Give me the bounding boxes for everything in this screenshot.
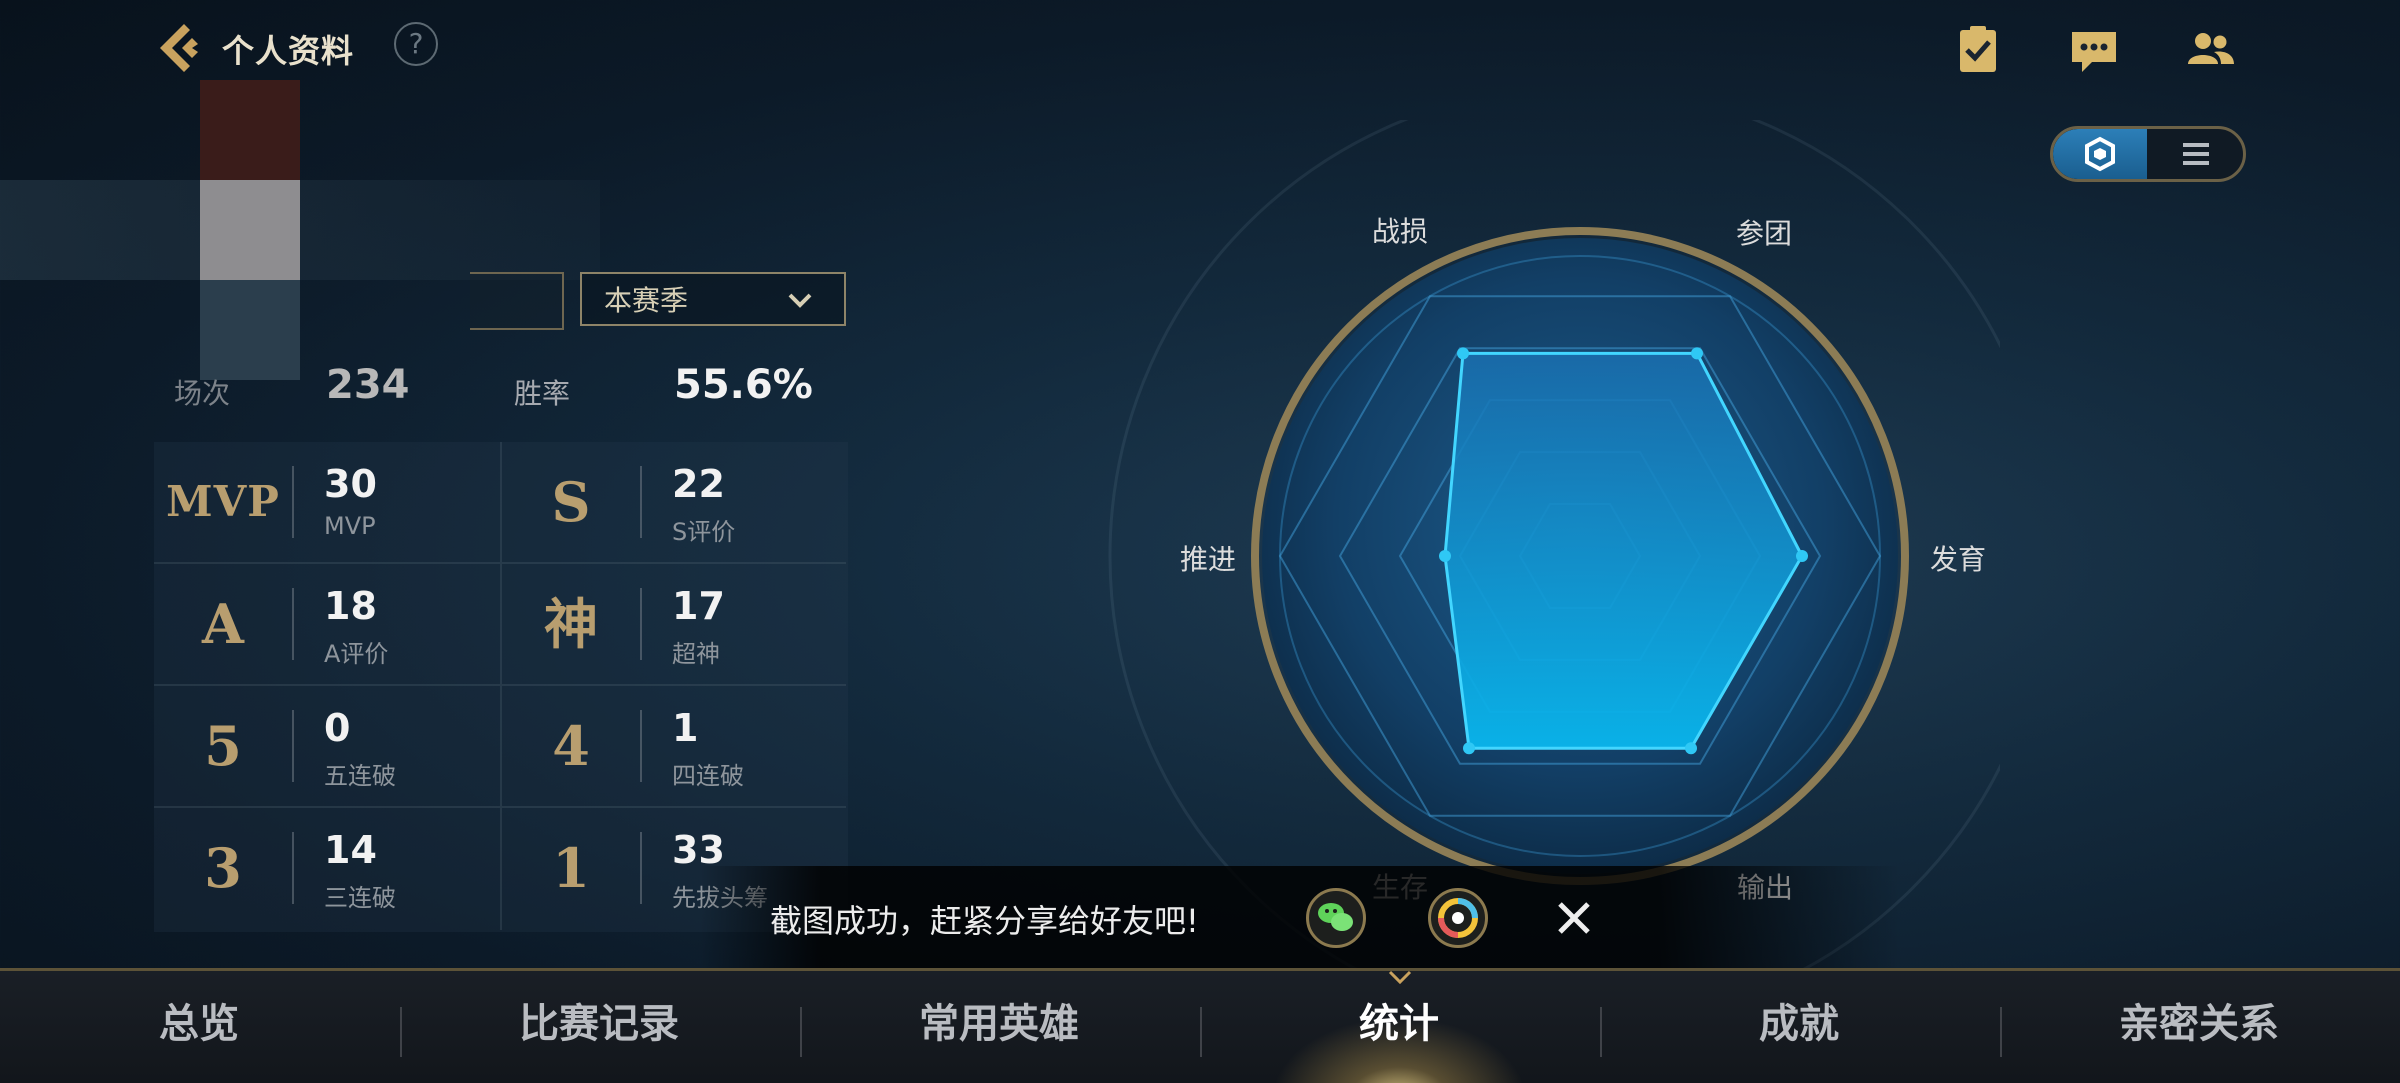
avatar[interactable]	[200, 80, 300, 380]
stat-value: 17	[672, 584, 725, 628]
stat-cell-quadra: 4 1 四连破	[500, 686, 846, 808]
radar-axis-label: 发育	[1930, 543, 1987, 576]
stat-value: 18	[324, 584, 377, 628]
stat-label: 超神	[672, 640, 720, 668]
winrate-value: 55.6%	[674, 362, 813, 408]
moments-share-button[interactable]	[1428, 888, 1488, 948]
radar-point	[1439, 550, 1451, 562]
list-icon	[2183, 143, 2209, 165]
bottom-tab-bar: 总览 比赛记录 常用英雄 统计 成就 亲密关系	[0, 968, 2400, 1083]
page-title: 个人资料	[222, 32, 355, 70]
penta-kill-icon: 5	[204, 714, 242, 778]
radar-view-button[interactable]	[2053, 129, 2147, 179]
stat-value: 0	[324, 706, 351, 750]
radar-point	[1685, 742, 1697, 755]
stat-cell-penta: 5 0 五连破	[154, 686, 500, 808]
tab-heroes[interactable]: 常用英雄	[800, 971, 1198, 1083]
s-grade-icon: S	[551, 470, 591, 534]
stat-value: 14	[324, 828, 377, 872]
stat-cell-godlike: 神 17 超神	[500, 564, 846, 686]
stat-label: MVP	[324, 512, 376, 540]
hexagon-icon	[2085, 136, 2115, 172]
task-clipboard-icon[interactable]	[1952, 24, 2004, 76]
triple-kill-icon: 3	[204, 836, 242, 900]
stat-cell-triple: 3 14 三连破	[154, 808, 500, 930]
stat-cell-mvp: MVP 30 MVP	[154, 442, 500, 564]
stat-label: S评价	[672, 518, 736, 546]
stat-value: 30	[324, 462, 377, 506]
back-arrow-icon[interactable]	[150, 18, 210, 78]
stat-label: 四连破	[672, 762, 744, 790]
radar-axis-label: 参团	[1736, 217, 1793, 250]
radar-point	[1457, 347, 1469, 360]
close-icon[interactable]	[1552, 896, 1596, 940]
radar-axis-label: 推进	[1180, 543, 1237, 576]
games-value: 234	[326, 362, 410, 408]
stat-value: 22	[672, 462, 725, 506]
winrate-label: 胜率	[514, 377, 571, 410]
friends-icon[interactable]	[2184, 24, 2236, 76]
tab-statistics[interactable]: 统计	[1200, 971, 1598, 1083]
radar-point	[1796, 550, 1808, 562]
a-grade-icon: A	[202, 592, 244, 656]
tab-relationships[interactable]: 亲密关系	[2000, 971, 2398, 1083]
stat-value: 1	[672, 706, 699, 750]
help-icon[interactable]: ?	[394, 22, 438, 66]
list-view-button[interactable]	[2149, 129, 2243, 179]
wechat-share-button[interactable]	[1306, 888, 1366, 948]
games-label: 场次	[174, 377, 231, 410]
quadra-kill-icon: 4	[552, 714, 590, 778]
radar-chart: 战损 参团 发育 输出 生存 推进	[1100, 84, 2052, 1028]
chat-bubble-icon[interactable]	[2068, 24, 2120, 76]
radar-axis-label: 战损	[1372, 215, 1429, 248]
season-dropdown[interactable]: 本赛季	[580, 272, 846, 326]
tab-overview[interactable]: 总览	[0, 971, 398, 1083]
chevron-down-icon	[788, 293, 812, 308]
stat-label: 三连破	[324, 884, 396, 912]
view-toggle[interactable]	[2050, 126, 2246, 182]
stat-label: A评价	[324, 640, 389, 668]
toast-message: 截图成功，赶紧分享给好友吧!	[770, 902, 1199, 940]
tab-match-history[interactable]: 比赛记录	[400, 971, 798, 1083]
godlike-icon: 神	[544, 592, 598, 656]
stat-cell-a: A 18 A评价	[154, 564, 500, 686]
mode-dropdown[interactable]	[470, 272, 564, 330]
stats-grid: MVP 30 MVP S 22 S评价 A 18 A评价 神 17 超神 5 0…	[154, 442, 848, 932]
tab-achievements[interactable]: 成就	[1600, 971, 1998, 1083]
season-label: 本赛季	[604, 284, 689, 317]
wechat-icon	[1318, 903, 1353, 931]
moments-icon	[1438, 898, 1478, 938]
player-name-blurred	[0, 180, 600, 280]
first-blood-icon: 1	[552, 836, 590, 900]
active-tab-caret-icon	[1388, 970, 1412, 984]
radar-point	[1463, 742, 1475, 755]
mvp-icon: MVP	[166, 477, 280, 526]
stat-cell-s: S 22 S评价	[500, 442, 846, 564]
radar-point	[1691, 347, 1703, 360]
stat-label: 五连破	[324, 762, 396, 790]
